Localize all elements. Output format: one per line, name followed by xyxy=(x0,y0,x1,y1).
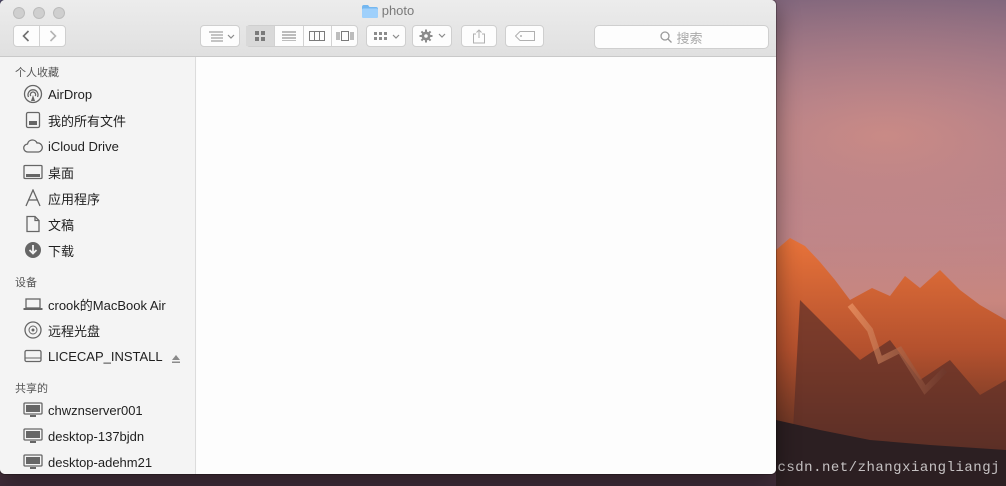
sidebar-item-downloads[interactable]: 下载 xyxy=(0,237,196,263)
arrange-list-icon xyxy=(209,31,235,42)
sidebar-item-all-files[interactable]: 我的所有文件 xyxy=(0,107,196,133)
back-button[interactable] xyxy=(13,26,40,46)
file-area[interactable] xyxy=(197,57,776,474)
sidebar-item-desktop[interactable]: 桌面 xyxy=(0,159,196,185)
sidebar-item-icloud-drive[interactable]: iCloud Drive xyxy=(0,133,196,159)
shared-header: 共享的 xyxy=(15,383,48,395)
devices-header: 设备 xyxy=(15,277,37,289)
sidebar-item-label: 我的所有文件 xyxy=(48,113,127,129)
sidebar-item-macbook[interactable]: crook的MacBook Air xyxy=(0,291,196,317)
column-view-button[interactable] xyxy=(304,26,332,46)
search-icon xyxy=(660,31,673,43)
search-placeholder: 搜索 xyxy=(676,30,703,46)
sidebar: 个人收藏 AirDrop 我的所有文件 iCloud Drive 桌面 应用程序… xyxy=(0,57,196,474)
forward-button[interactable] xyxy=(40,26,66,46)
view-mode-control xyxy=(245,25,359,47)
sidebar-item-label: desktop-adehm21 xyxy=(48,454,153,470)
drive-icon xyxy=(23,346,43,366)
documents-icon xyxy=(23,214,43,234)
sidebar-item-label: chwznserver001 xyxy=(48,402,143,418)
sidebar-item-label: 远程光盘 xyxy=(48,323,101,339)
monitor-icon xyxy=(23,452,43,472)
sidebar-item-label: iCloud Drive xyxy=(48,138,119,154)
cover-flow-button[interactable] xyxy=(332,26,359,46)
chevron-left-icon xyxy=(22,30,30,42)
search-field[interactable]: 搜索 xyxy=(594,25,769,49)
finder-window: photo 搜索 个人收藏 AirDrop 我的所有文件 iCloud Driv… xyxy=(0,0,776,474)
window-title-text: photo xyxy=(381,3,415,18)
sidebar-item-airdrop[interactable]: AirDrop xyxy=(0,81,196,107)
cover-flow-icon xyxy=(336,31,354,41)
sidebar-item-label: crook的MacBook Air xyxy=(48,297,166,313)
monitor-icon xyxy=(23,426,43,446)
nav-buttons xyxy=(13,25,66,47)
group-grid-icon xyxy=(374,32,400,40)
chevron-right-icon xyxy=(49,30,57,42)
folder-icon xyxy=(361,4,378,18)
share-button[interactable] xyxy=(461,25,497,47)
applications-icon xyxy=(23,188,43,208)
desktop-icon xyxy=(23,162,43,182)
sidebar-item-desktop-adehm21[interactable]: desktop-adehm21 xyxy=(0,449,196,474)
sidebar-item-label: 桌面 xyxy=(48,165,75,181)
icon-view-button[interactable] xyxy=(245,26,275,46)
download-icon xyxy=(23,240,43,260)
tag-icon xyxy=(514,31,535,41)
sidebar-item-licecap-install[interactable]: LICECAP_INSTALL xyxy=(0,343,196,369)
sidebar-item-label: 应用程序 xyxy=(48,191,101,207)
sidebar-item-label: 下载 xyxy=(48,243,75,259)
grid-icon xyxy=(254,31,265,41)
sidebar-item-applications[interactable]: 应用程序 xyxy=(0,185,196,211)
sidebar-item-label: LICECAP_INSTALL xyxy=(48,348,163,364)
arrange-button[interactable] xyxy=(200,25,240,47)
cloud-icon xyxy=(23,136,43,156)
window-title: photo xyxy=(0,3,776,18)
sidebar-item-remote-disc[interactable]: 远程光盘 xyxy=(0,317,196,343)
title-bar[interactable]: photo 搜索 xyxy=(0,0,776,57)
eject-icon[interactable] xyxy=(171,351,181,369)
group-button[interactable] xyxy=(366,25,406,47)
airdrop-icon xyxy=(23,84,43,104)
sidebar-item-label: AirDrop xyxy=(48,86,93,102)
action-button[interactable] xyxy=(412,25,452,47)
gear-icon xyxy=(419,29,446,43)
list-view-button[interactable] xyxy=(275,26,304,46)
sidebar-item-documents[interactable]: 文稿 xyxy=(0,211,196,237)
disc-icon xyxy=(23,320,43,340)
sidebar-item-label: 文稿 xyxy=(48,217,75,233)
favorites-header: 个人收藏 xyxy=(15,67,59,79)
share-icon xyxy=(473,28,485,43)
sidebar-item-label: desktop-137bjdn xyxy=(48,428,145,444)
sidebar-item-desktop-137bjdn[interactable]: desktop-137bjdn xyxy=(0,423,196,449)
list-icon xyxy=(281,31,296,41)
monitor-icon xyxy=(23,400,43,420)
tags-button[interactable] xyxy=(505,25,544,47)
sidebar-item-chwznserver001[interactable]: chwznserver001 xyxy=(0,397,196,423)
all-files-icon xyxy=(23,110,43,130)
laptop-icon xyxy=(23,294,43,314)
columns-icon xyxy=(309,31,325,41)
